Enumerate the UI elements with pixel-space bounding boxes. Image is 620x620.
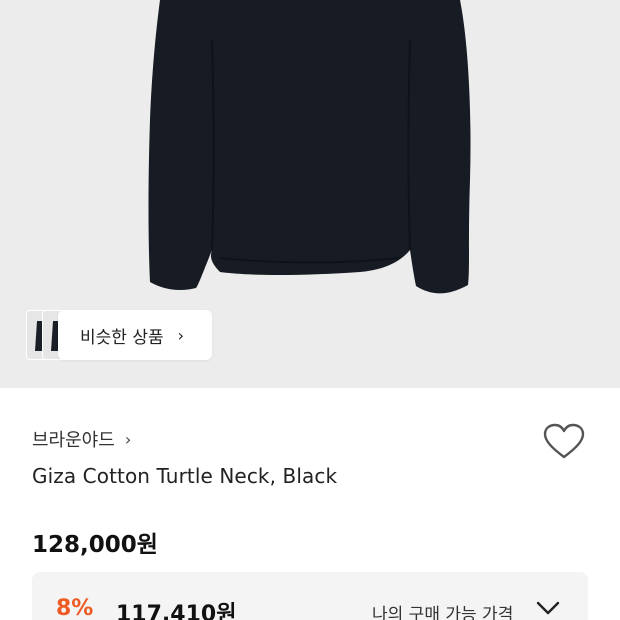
heart-outline-icon[interactable] (542, 422, 586, 462)
product-title: Giza Cotton Turtle Neck, Black (32, 464, 338, 488)
my-price-label: 나의 구매 가능 가격 (372, 605, 514, 620)
product-image-area[interactable]: 비슷한 상품 › (0, 0, 620, 388)
brand-name: 브라운야드 (32, 430, 115, 451)
chevron-down-icon[interactable] (536, 600, 560, 616)
product-price: 128,000원 (32, 532, 158, 558)
similar-products-label: 비슷한 상품 (80, 327, 164, 348)
chevron-right-icon: › (177, 325, 185, 345)
chevron-right-icon: › (124, 429, 132, 449)
product-info: 브라운야드 › Giza Cotton Turtle Neck, Black 1… (0, 388, 620, 620)
discounted-price: 117,410원 (116, 602, 237, 620)
similar-products-button[interactable]: 비슷한 상품 › (58, 310, 212, 360)
discount-rate: 8% (56, 596, 94, 620)
brand-link[interactable]: 브라운야드 › (32, 426, 131, 452)
my-price-panel[interactable]: 8% 117,410원 나의 구매 가능 가격 (32, 572, 588, 620)
